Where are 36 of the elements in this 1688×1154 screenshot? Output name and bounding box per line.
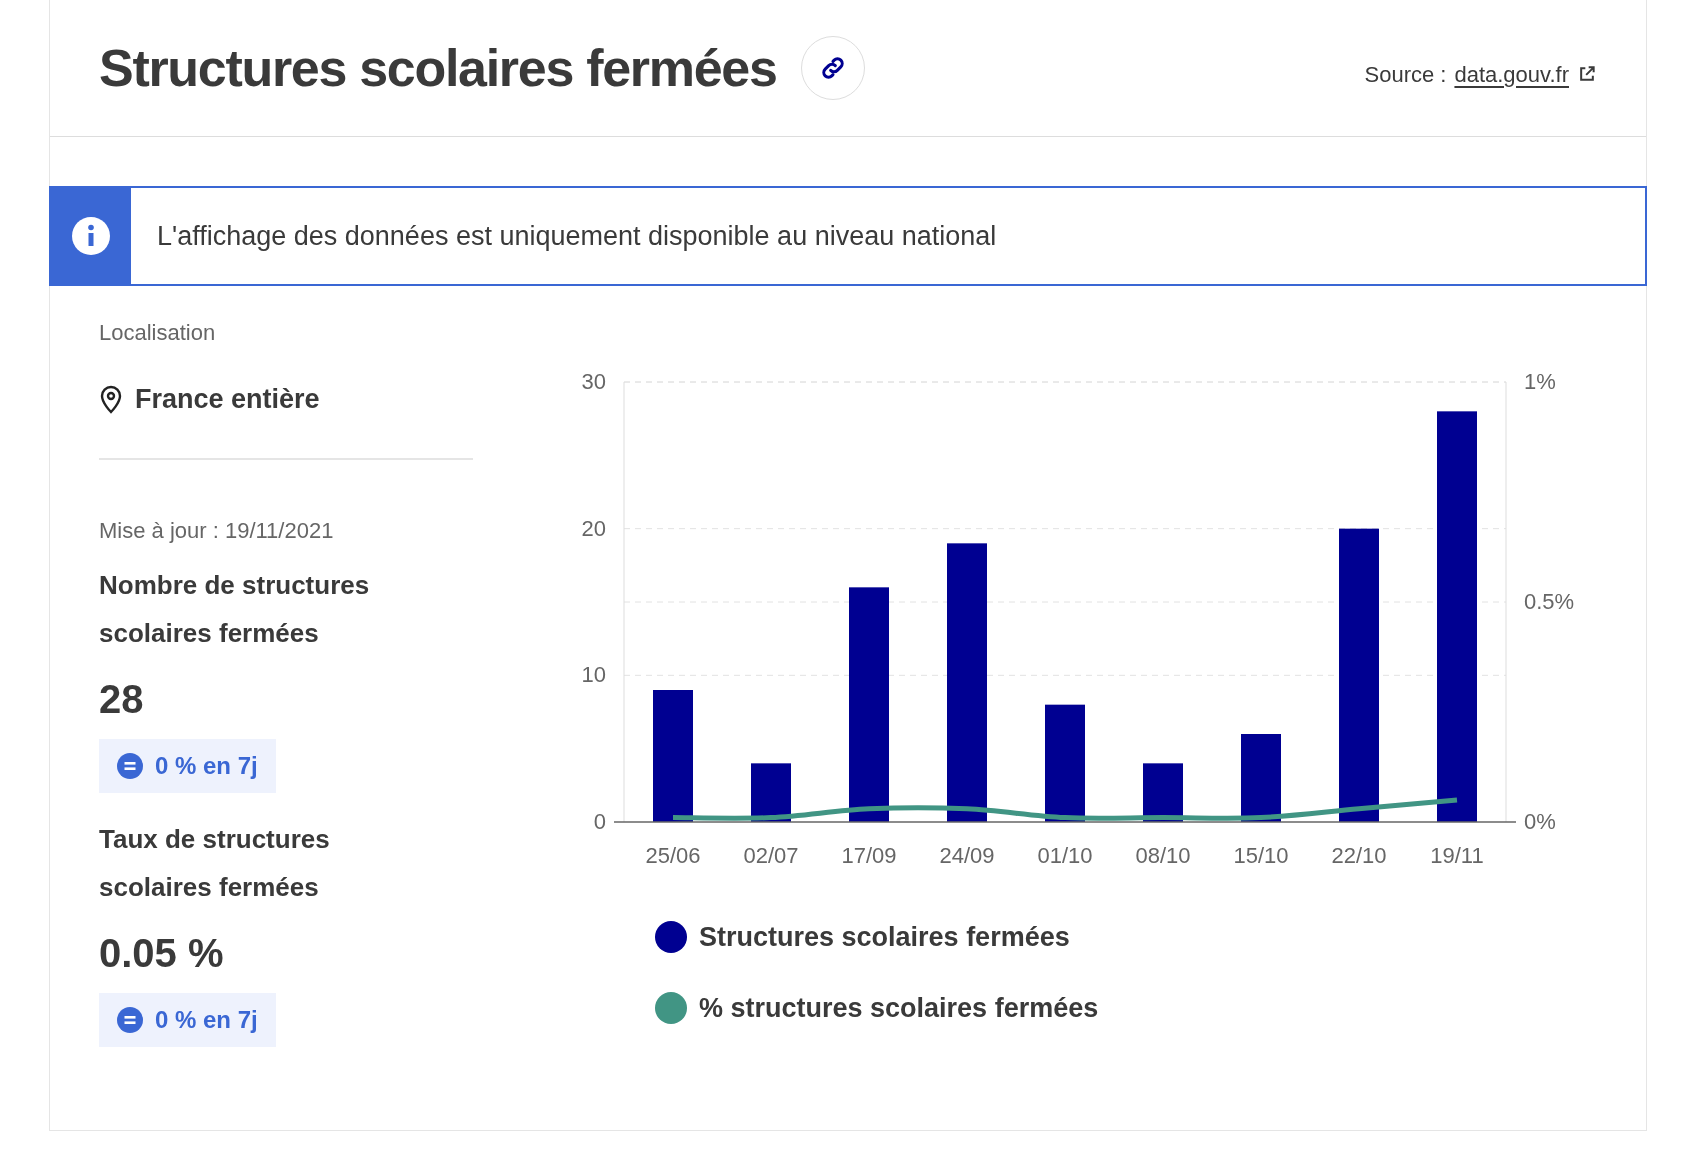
y-axis-label: 10 [581, 662, 606, 688]
x-axis-label: 15/10 [1233, 843, 1289, 868]
indicator-value: 28 [99, 675, 145, 723]
update-date: Mise à jour : 19/11/2021 [99, 516, 335, 545]
indicator-label: Taux de structures scolaires fermées [99, 822, 331, 904]
trend-badge: 0 % en 7j [99, 738, 276, 793]
card-title: Structures scolaires fermées [99, 38, 777, 99]
x-axis-label: 02/07 [743, 843, 799, 868]
y-axis-label: 0 [593, 809, 606, 834]
y-axis-label: 0% [1524, 809, 1556, 834]
external-link-icon [1577, 64, 1597, 84]
legend-label: Structures scolaires fermées [699, 921, 1070, 954]
info-icon [71, 216, 111, 256]
equals-icon [117, 1006, 143, 1033]
source-link[interactable]: data.gouv.fr [1454, 57, 1597, 91]
source-label: Source : [1364, 60, 1447, 89]
indicator-label: Nombre de structures scolaires fermées [99, 568, 371, 650]
y-axis-label: 20 [581, 515, 606, 541]
y-axis-label: 1% [1524, 371, 1556, 394]
x-axis-label: 01/10 [1037, 843, 1093, 868]
x-axis-label: 19/11 [1430, 843, 1484, 868]
info-message: L'affichage des données est uniquement disponible au niveau national [156, 219, 997, 253]
x-axis-label: 24/09 [939, 843, 995, 868]
location-label: Localisation [99, 319, 217, 347]
x-axis-label: 08/10 [1135, 843, 1191, 868]
legend-label: % structures scolaires fermées [699, 991, 1099, 1025]
y-axis-label: 0.5% [1524, 589, 1575, 614]
y-axis-label: 30 [581, 371, 606, 394]
x-axis-label: 25/06 [645, 843, 701, 868]
indicator-value: 0.05 % [99, 929, 225, 977]
trend-badge: 0 % en 7j [99, 992, 276, 1047]
map-pin-icon [99, 384, 123, 415]
location-value: France entière [135, 383, 320, 416]
equals-icon [117, 752, 143, 779]
x-axis-label: 22/10 [1331, 843, 1387, 868]
x-axis-label: 17/09 [841, 843, 897, 868]
